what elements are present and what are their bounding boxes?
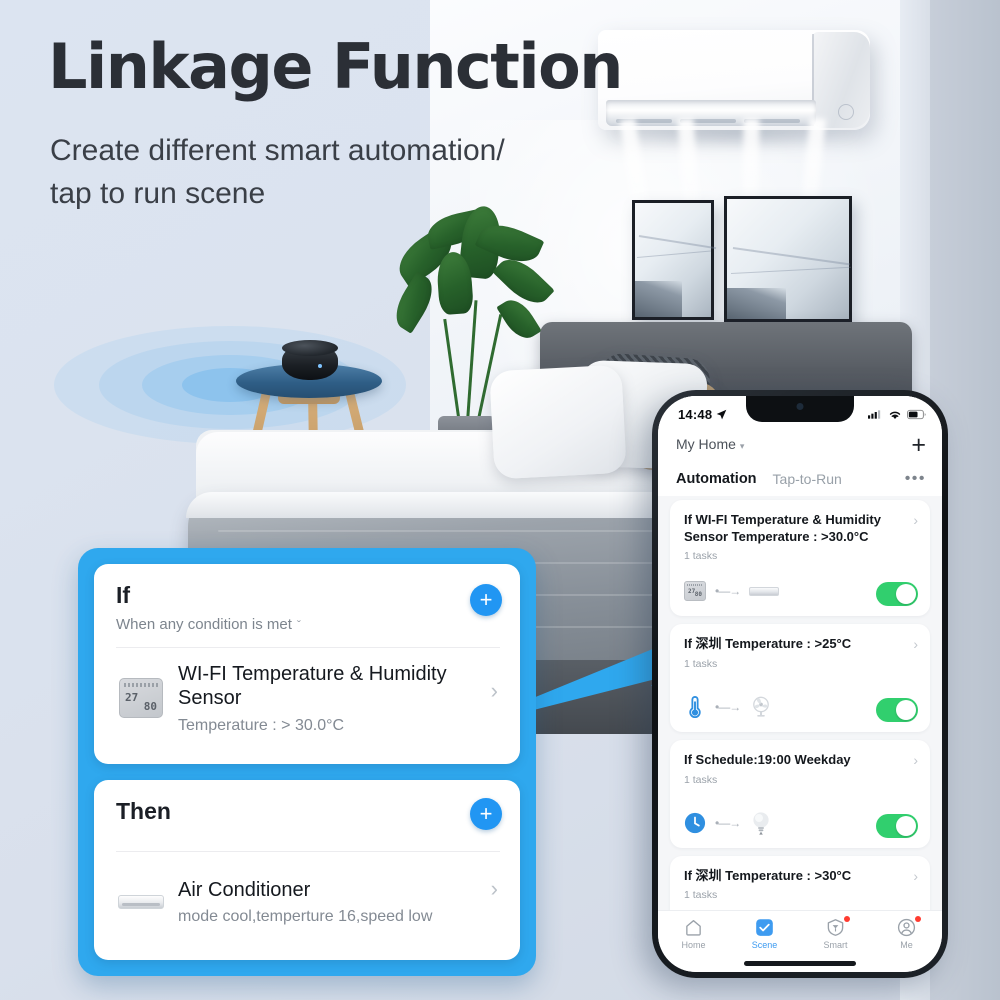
temperature-humidity-sensor-icon: 27 80 [684,581,706,602]
tab-automation[interactable]: Automation [676,471,757,487]
clock-icon [684,812,706,833]
chevron-right-icon: › [913,512,918,528]
add-condition-button[interactable]: + [470,584,502,616]
then-card: Then + Air Conditioner mode cool,tempert… [94,780,520,960]
add-automation-button[interactable]: + [911,432,926,458]
chevron-down-icon: ˇ [296,618,301,632]
tab-me-label: Me [900,940,913,950]
automation-tasks-count: 1 tasks [684,773,718,786]
thermometer-icon [689,695,701,718]
home-selector-row: My Home ▾ + [676,428,926,462]
if-device-condition: Temperature : > 30.0°C [178,716,345,734]
wall-art-right [724,196,852,322]
flow-arrow-icon: •—→ [715,815,741,830]
notification-badge [914,916,921,922]
page-title: Linkage Function [48,30,623,103]
automation-title: If 深圳 Temperature : >30°C [684,867,852,883]
automation-card[interactable]: If Schedule:19:00 Weekday 1 tasks › •—→ [670,739,930,848]
automation-tasks-count: 1 tasks [684,889,718,902]
then-device-name: Air Conditioner [178,879,311,901]
battery-icon [907,409,926,419]
scene-check-icon [756,919,773,936]
automation-toggle[interactable] [876,582,918,607]
then-card-title: Then [116,798,171,824]
automation-list[interactable]: If WI-FI Temperature & Humidity Sensor T… [658,500,942,952]
tab-scene[interactable]: Scene [729,918,800,950]
then-card-header: Then + [94,780,520,830]
hub-led-indicator [318,364,322,368]
then-device-settings: mode cool,temperture 16,speed low [178,908,433,926]
home-icon [686,920,701,936]
more-options-button[interactable]: ••• [905,470,926,488]
wall-art-left [632,200,717,320]
phone-screen: 14:48 My Home ▾ + Automation Tap-to-Run … [658,396,942,972]
automation-title: If WI-FI Temperature & Humidity Sensor T… [684,512,881,544]
tab-me[interactable]: Me [871,916,942,950]
tab-home[interactable]: Home [658,918,729,950]
chevron-right-icon: › [913,636,918,653]
smart-icon [827,919,844,936]
if-card-header: If When any condition is met ˇ + [94,564,520,633]
tab-scene-label: Scene [751,940,778,950]
smart-hub-top [282,340,338,356]
automation-tasks-count: 1 tasks [684,550,718,563]
front-camera-icon [796,403,804,410]
air-conditioner-icon [749,586,780,596]
automation-tasks-count: 1 tasks [684,657,718,670]
flow-arrow-icon: •—→ [715,699,741,714]
notification-badge [843,916,850,922]
air-conditioner-wall-unit [598,30,870,130]
profile-icon [897,918,916,937]
home-selector[interactable]: My Home ▾ [676,436,744,454]
add-action-button[interactable]: + [470,798,502,830]
chevron-right-icon: › [490,876,498,902]
home-name-label: My Home [676,436,736,452]
automation-title: If 深圳 Temperature : >25°C [684,636,852,652]
automation-card[interactable]: If WI-FI Temperature & Humidity Sensor T… [670,500,930,617]
location-arrow-icon [716,409,727,419]
status-time: 14:48 [678,406,713,422]
temperature-humidity-sensor-icon: 27 80 [116,678,166,719]
app-tabs: Automation Tap-to-Run ••• [676,462,926,496]
pillow-white-front [489,364,627,480]
chevron-right-icon: › [913,751,918,768]
then-action-row[interactable]: Air Conditioner mode cool,temperture 16,… [94,852,520,926]
tab-smart-label: Smart [823,940,848,950]
flow-arrow-icon: •—→ [715,584,741,599]
automation-toggle[interactable] [876,813,918,838]
cellular-signal-icon [868,409,881,419]
home-indicator [744,961,856,966]
automation-editor-panel: If When any condition is met ˇ + 27 80 WI… [78,548,536,976]
fan-icon [753,696,770,717]
if-card-title: If [116,582,131,608]
if-card: If When any condition is met ˇ + 27 80 WI… [94,564,520,764]
tab-tap-to-run[interactable]: Tap-to-Run [773,471,842,487]
if-condition-label: When any condition is met [116,616,292,633]
light-bulb-icon [753,811,769,835]
chevron-down-icon: ▾ [739,441,745,451]
if-condition-selector[interactable]: When any condition is met ˇ [116,616,500,633]
air-conditioner-icon [116,895,166,910]
chevron-right-icon: › [490,678,498,704]
wifi-icon [889,411,901,419]
automation-toggle[interactable] [876,697,918,722]
automation-card[interactable]: If 深圳 Temperature : >25°C 1 tasks › •—→ [670,624,930,732]
tab-smart[interactable]: Smart [800,916,871,950]
if-condition-row[interactable]: 27 80 WI-FI Temperature & Humidity Senso… [94,648,520,735]
if-device-name: WI-FI Temperature & Humidity Sensor [178,663,447,710]
phone-notch [746,396,854,422]
automation-title: If Schedule:19:00 Weekday [684,751,851,767]
tab-home-label: Home [681,940,706,950]
page-subtitle: Create different smart automation/ tap t… [50,134,505,210]
chevron-right-icon: › [913,867,918,884]
phone-mockup: 14:48 My Home ▾ + Automation Tap-to-Run … [652,390,948,978]
